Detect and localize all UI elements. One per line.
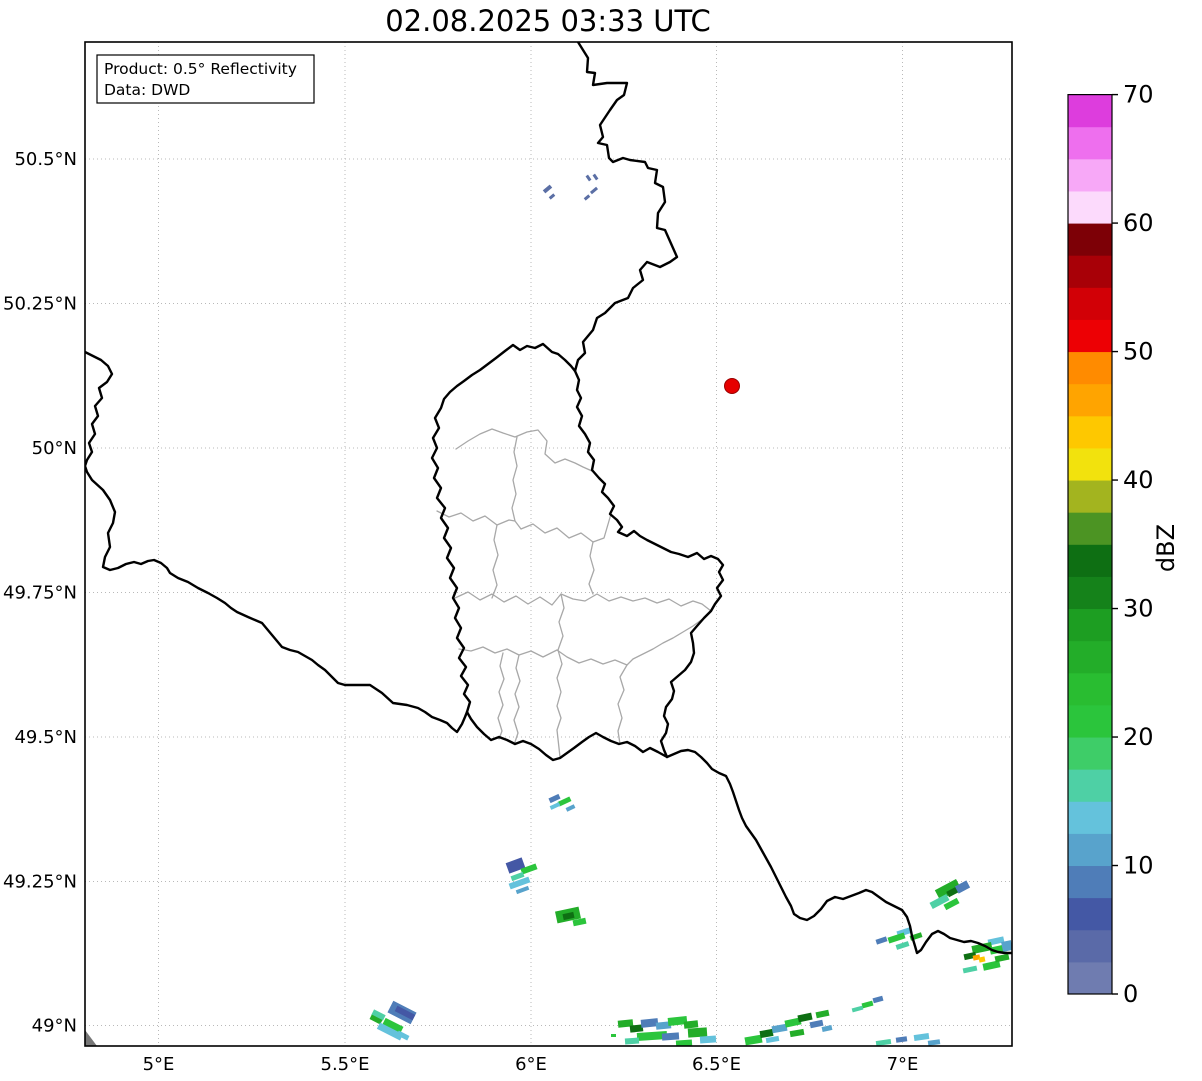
echo-cell bbox=[624, 1037, 640, 1045]
colorbar-tick-label: 20 bbox=[1123, 723, 1154, 751]
colorbar-segment bbox=[1068, 961, 1112, 995]
colorbar-segment bbox=[1068, 479, 1112, 513]
colorbar-segment bbox=[1068, 383, 1112, 417]
colorbar-unit-label: dBZ bbox=[1152, 524, 1180, 572]
x-tick-label: 5°E bbox=[143, 1054, 175, 1075]
y-tick-label: 49°N bbox=[32, 1016, 77, 1037]
colorbar-segment bbox=[1068, 897, 1112, 931]
plot-title: 02.08.2025 03:33 UTC bbox=[385, 4, 711, 38]
colorbar-segment bbox=[1068, 768, 1112, 802]
colorbar-segment bbox=[1068, 736, 1112, 770]
colorbar-segment bbox=[1068, 929, 1112, 963]
colorbar-segment bbox=[1068, 608, 1112, 642]
radar-site-dot bbox=[724, 378, 740, 394]
colorbar-segment bbox=[1068, 126, 1112, 160]
colorbar: 0 10 20 30 40 50 60 70 bbox=[1067, 81, 1154, 1008]
x-tick-label: 6.5°E bbox=[692, 1054, 741, 1075]
radar-site-layer bbox=[724, 378, 740, 394]
colorbar-segment bbox=[1068, 447, 1112, 481]
plot-background bbox=[85, 42, 1012, 1046]
colorbar-segment bbox=[1068, 832, 1112, 867]
echo-cell bbox=[1001, 940, 1012, 952]
colorbar-segment bbox=[1068, 415, 1112, 449]
x-tick-label: 5.5°E bbox=[321, 1054, 370, 1075]
colorbar-tick-label: 70 bbox=[1123, 81, 1154, 109]
y-tick-label: 49.5°N bbox=[14, 727, 77, 748]
y-axis-tick-labels: 50.5°N 50.25°N 50°N 49.75°N 49.5°N 49.25°N 49°… bbox=[3, 149, 77, 1037]
colorbar-tick-label: 0 bbox=[1123, 980, 1138, 1008]
colorbar-segment bbox=[1068, 190, 1112, 224]
colorbar-segment bbox=[1068, 222, 1112, 256]
colorbar-tick-label: 30 bbox=[1123, 595, 1154, 623]
colorbar-segment bbox=[1068, 351, 1112, 385]
colorbar-tick-label: 10 bbox=[1123, 852, 1154, 880]
annotation-product-line: Product: 0.5° Reflectivity bbox=[104, 60, 297, 78]
echo-cell bbox=[661, 1032, 680, 1041]
y-tick-label: 49.25°N bbox=[3, 872, 77, 893]
echo-cell bbox=[683, 1020, 699, 1029]
colorbar-segment bbox=[1068, 640, 1112, 674]
colorbar-segment bbox=[1068, 158, 1112, 192]
colorbar-tick-label: 50 bbox=[1123, 338, 1154, 366]
product-annotation-box: Product: 0.5° Reflectivity Data: DWD bbox=[96, 54, 315, 104]
colorbar-segment bbox=[1068, 575, 1112, 610]
colorbar-segment bbox=[1068, 318, 1112, 353]
y-tick-label: 49.75°N bbox=[3, 583, 77, 604]
map-canvas: 5°E 5.5°E 6°E 6.5°E 7°E 50.5°N 50.25°N 50°N 49.… bbox=[3, 4, 1180, 1075]
colorbar-tick-label: 40 bbox=[1123, 466, 1154, 494]
colorbar-segment bbox=[1068, 286, 1112, 320]
colorbar-segment bbox=[1068, 511, 1112, 545]
radar-map-figure: 5°E 5.5°E 6°E 6.5°E 7°E 50.5°N 50.25°N 50°N 49.… bbox=[0, 0, 1202, 1081]
colorbar-tick-label: 60 bbox=[1123, 209, 1154, 237]
colorbar-segment bbox=[1068, 254, 1112, 288]
colorbar-segment bbox=[1068, 672, 1112, 706]
colorbar-segment bbox=[1068, 800, 1112, 834]
echo-cell bbox=[611, 1034, 616, 1037]
colorbar-segment bbox=[1068, 704, 1112, 738]
annotation-data-line: Data: DWD bbox=[104, 81, 190, 99]
x-axis-tick-labels: 5°E 5.5°E 6°E 6.5°E 7°E bbox=[143, 1054, 919, 1075]
x-tick-label: 6°E bbox=[515, 1054, 547, 1075]
echo-cell bbox=[699, 1035, 717, 1044]
x-tick-label: 7°E bbox=[887, 1054, 919, 1075]
y-tick-label: 50°N bbox=[32, 438, 77, 459]
colorbar-segment bbox=[1068, 543, 1112, 577]
colorbar-segment bbox=[1068, 94, 1112, 128]
echo-cell bbox=[687, 1027, 708, 1038]
y-tick-label: 50.25°N bbox=[3, 294, 77, 315]
y-tick-label: 50.5°N bbox=[14, 149, 77, 170]
colorbar-segment bbox=[1068, 865, 1112, 899]
